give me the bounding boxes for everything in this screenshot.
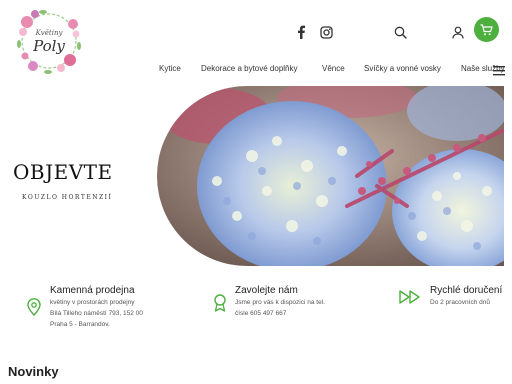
- feature-call-line2: čísle 605 497 667: [235, 310, 287, 317]
- search-icon[interactable]: [392, 24, 408, 40]
- feature-store-title: Kamenná prodejna: [50, 285, 135, 296]
- feature-store-line1: květiny v prostorách prodejny: [50, 299, 135, 306]
- hero-title: OBJEVTE: [13, 160, 113, 184]
- user-icon[interactable]: [450, 24, 466, 40]
- menu-icon[interactable]: [493, 63, 505, 76]
- hero-subtitle: KOUZLO HORTENZIÍ: [22, 194, 113, 201]
- nav-item-kytice[interactable]: Kytice: [159, 63, 181, 75]
- cart-button[interactable]: [474, 17, 499, 42]
- feature-store-line3: Praha 5 - Barrandov.: [50, 321, 110, 328]
- cart-icon: [480, 23, 493, 35]
- logo-wreath-icon: Květiny Poly: [17, 10, 81, 74]
- feature-delivery-title: Rychlé doručení: [430, 285, 503, 296]
- nav-item-svicky[interactable]: Svíčky a vonné vosky: [364, 63, 441, 75]
- fast-forward-icon: [399, 290, 423, 308]
- feature-store-line2: Bílá Tilleho náměstí 793, 152 00: [50, 310, 143, 317]
- facebook-icon[interactable]: [294, 24, 308, 40]
- logo[interactable]: Květiny Poly: [13, 4, 85, 78]
- award-icon: [213, 294, 231, 312]
- feature-delivery-line1: Do 2 pracovních dnů: [430, 299, 490, 306]
- logo-text-line2: Poly: [32, 37, 65, 55]
- nav-item-vence[interactable]: Věnce: [322, 63, 345, 75]
- hero-image-hydrangea: [157, 86, 504, 266]
- location-pin-icon: [27, 298, 45, 317]
- feature-call-line1: Jsme pro vás k dispozici na tel.: [235, 299, 325, 306]
- nav-item-dekorace[interactable]: Dekorace a bytové doplňky: [201, 63, 298, 75]
- logo-text-line1: Květiny: [35, 29, 64, 37]
- news-section-heading: Novinky: [8, 364, 59, 379]
- feature-call-title: Zavolejte nám: [235, 285, 298, 296]
- instagram-icon[interactable]: [318, 24, 334, 40]
